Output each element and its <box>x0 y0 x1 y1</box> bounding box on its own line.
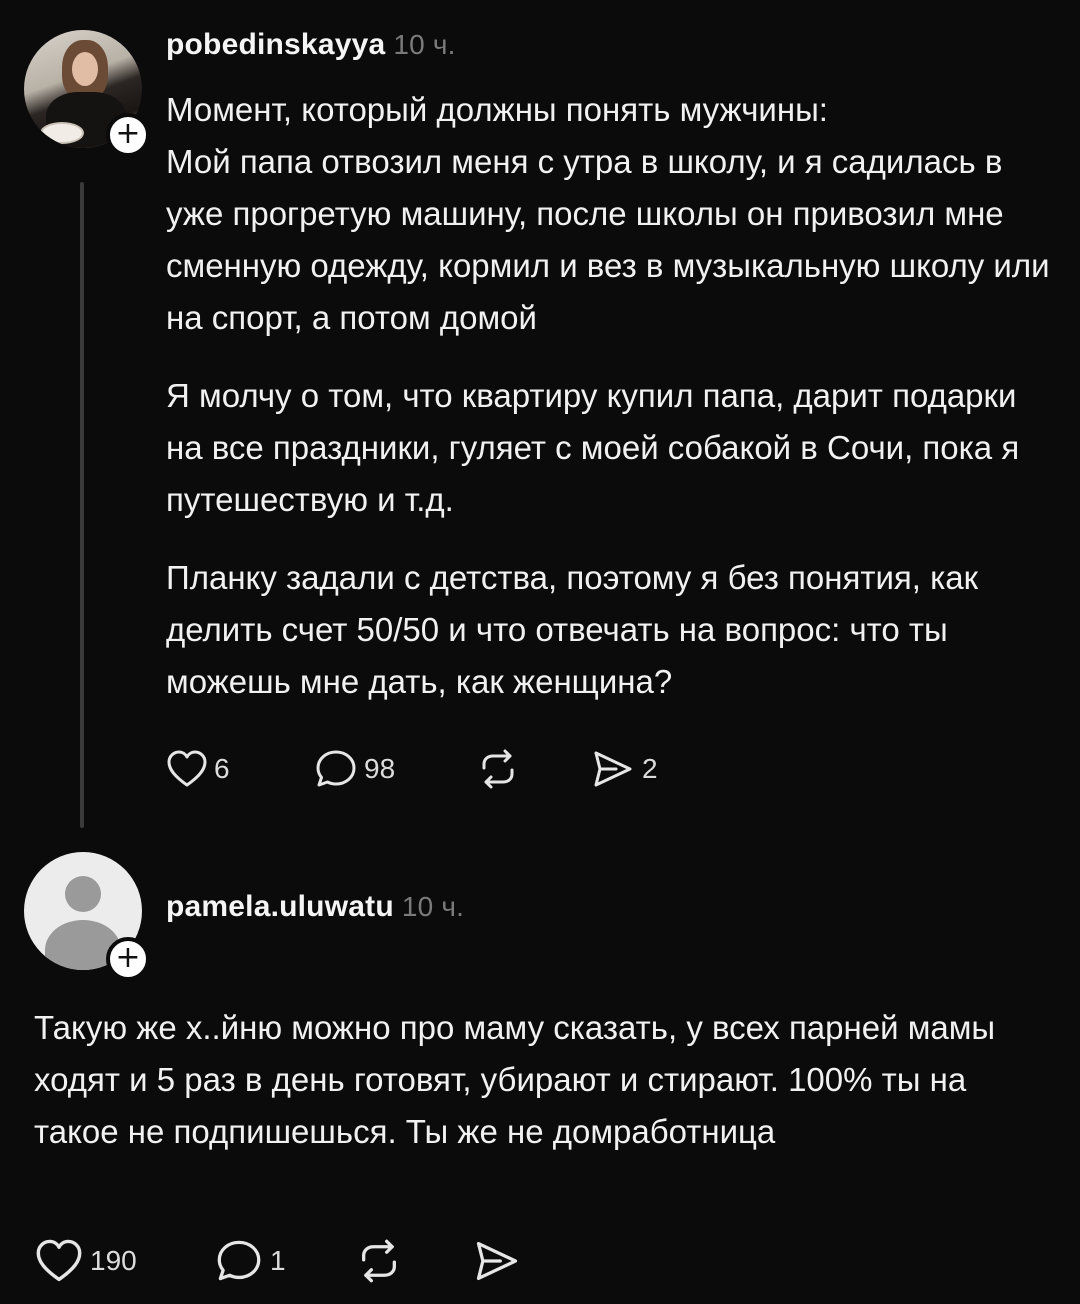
avatar-face <box>72 52 98 86</box>
comment-icon <box>316 750 356 787</box>
post-paragraph: Мой папа отвозил меня с утра в школу, и … <box>166 143 1050 336</box>
repost-button[interactable] <box>354 1238 472 1284</box>
reply-text: Такую же х..йню можно про маму сказать, … <box>34 1009 996 1150</box>
post-actions: 190 1 <box>34 1236 528 1286</box>
follow-plus-icon[interactable]: + <box>106 937 150 981</box>
like-button[interactable]: 190 <box>34 1238 214 1284</box>
repost-icon <box>362 1239 396 1283</box>
avatar-head <box>65 876 101 912</box>
post-time: 10 ч. <box>401 891 465 922</box>
share-button[interactable] <box>472 1238 528 1284</box>
like-count: 190 <box>90 1245 137 1276</box>
like-count: 6 <box>214 753 230 784</box>
post-paragraph: Момент, который должны понять мужчины: <box>166 91 828 128</box>
post-paragraph: Планку задали с детства, поэтому я без п… <box>166 559 979 700</box>
post-actions: 6 98 2 <box>166 744 658 794</box>
thread-line <box>80 182 84 828</box>
post-body: Момент, который должны понять мужчины: М… <box>166 84 1062 708</box>
share-icon <box>594 751 632 787</box>
reply-count: 98 <box>364 753 396 784</box>
post-paragraph: Я молчу о том, что квартиру купил папа, … <box>166 377 1020 518</box>
repost-icon <box>482 749 514 789</box>
heart-icon <box>167 750 207 787</box>
follow-plus-icon[interactable]: + <box>106 113 150 157</box>
reply-button[interactable]: 98 <box>314 748 476 790</box>
share-count: 2 <box>642 753 658 784</box>
username-text[interactable]: pamela.uluwatu <box>166 890 394 923</box>
username[interactable]: pamela.uluwatu 10 ч. <box>166 890 464 924</box>
share-button[interactable]: 2 <box>590 748 658 790</box>
like-button[interactable]: 6 <box>166 749 314 789</box>
username[interactable]: pobedinskayya 10 ч. <box>166 28 456 62</box>
post-time: 10 ч. <box>393 29 456 60</box>
username-text[interactable]: pobedinskayya <box>166 28 385 61</box>
reply-button[interactable]: 1 <box>214 1238 354 1284</box>
reply-body: Такую же х..йню можно про маму сказать, … <box>34 1002 1044 1158</box>
repost-button[interactable] <box>476 748 590 790</box>
share-icon <box>476 1241 518 1281</box>
comment-icon <box>217 1240 261 1281</box>
reply-count: 1 <box>270 1245 286 1276</box>
avatar-plate <box>40 122 84 144</box>
heart-icon <box>36 1239 82 1282</box>
